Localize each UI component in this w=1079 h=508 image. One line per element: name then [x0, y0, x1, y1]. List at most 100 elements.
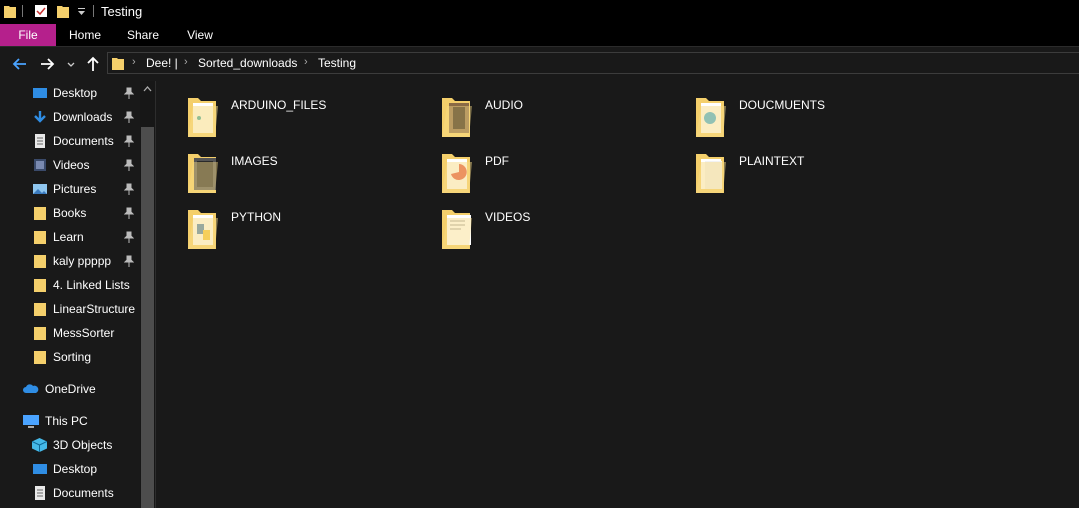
sidebar-item-onedrive[interactable]: OneDrive [0, 377, 140, 401]
sidebar-item-label: Documents [53, 134, 114, 148]
folder-icon [34, 279, 46, 292]
sidebar-item-learn[interactable]: Learn [0, 225, 140, 249]
ribbon: File Home Share View [0, 24, 1079, 47]
sidebar-item-documents-pc[interactable]: Documents [0, 481, 140, 505]
new-folder-icon[interactable] [57, 4, 69, 18]
up-arrow-icon[interactable] [84, 55, 102, 73]
address-bar[interactable]: › Dee! | › Sorted_downloads › Testing [107, 52, 1079, 74]
folder-tile[interactable]: IMAGES [186, 150, 426, 200]
sidebar-item-label: LinearStructure [53, 302, 136, 316]
pin-icon[interactable] [124, 231, 134, 243]
sidebar-item-books[interactable]: Books [0, 201, 140, 225]
document-icon [35, 134, 45, 148]
folder-name: IMAGES [231, 154, 278, 168]
sidebar-item-label: OneDrive [45, 382, 96, 396]
navigation-pane: Desktop Downloads Documents Videos Pictu… [0, 81, 155, 508]
sidebar-item-downloads[interactable]: Downloads [0, 105, 140, 129]
download-icon [34, 111, 46, 123]
tab-home[interactable]: Home [60, 24, 110, 46]
breadcrumb-dee[interactable]: Dee! | [146, 56, 178, 70]
sidebar-item-label: Documents [53, 486, 114, 500]
sidebar-item-desktop-pc[interactable]: Desktop [0, 457, 140, 481]
folder-icon [696, 98, 726, 137]
folder-icon [34, 327, 46, 340]
sidebar-item-label: Downloads [53, 110, 113, 124]
sidebar-item-sorting[interactable]: Sorting [0, 345, 140, 369]
toolbar-divider [22, 5, 23, 17]
folder-icon [188, 154, 218, 193]
properties-icon[interactable] [34, 4, 48, 18]
sidebar-item-label: Books [53, 206, 87, 220]
sidebar-item-label: Sorting [53, 350, 92, 364]
breadcrumb-testing[interactable]: Testing [318, 56, 356, 70]
cloud-icon [23, 384, 39, 393]
pin-icon[interactable] [124, 183, 134, 195]
recent-locations-icon[interactable] [66, 55, 76, 73]
chevron-right-icon[interactable]: › [184, 56, 188, 68]
folder-name: VIDEOS [485, 210, 531, 224]
folder-tile[interactable]: PYTHON [186, 206, 426, 256]
document-icon [35, 486, 45, 500]
sidebar-item-label: This PC [45, 414, 88, 428]
folder-icon [34, 303, 46, 316]
folder-icon [34, 231, 46, 244]
folder-name: DOUCMUENTS [739, 98, 825, 112]
scrollbar-thumb[interactable] [141, 127, 154, 508]
folder-tile[interactable]: ARDUINO_FILES [186, 94, 426, 144]
folder-name: AUDIO [485, 98, 524, 112]
folder-tile[interactable]: PDF [440, 150, 680, 200]
sidebar-item-linearstructure[interactable]: LinearStructure [0, 297, 140, 321]
folder-tile[interactable]: DOUCMUENTS [694, 94, 934, 144]
picture-icon [33, 184, 47, 194]
sidebar-item-pictures[interactable]: Pictures [0, 177, 140, 201]
sidebar-item-3d-objects[interactable]: 3D Objects [0, 433, 140, 457]
sidebar-item-label: Pictures [53, 182, 97, 196]
tab-file[interactable]: File [0, 24, 56, 46]
chevron-right-icon[interactable]: › [132, 56, 136, 68]
pin-icon[interactable] [124, 135, 134, 147]
sidebar-item-label: kaly ppppp [53, 254, 112, 268]
chevron-right-icon[interactable]: › [304, 56, 308, 68]
cube-icon [32, 438, 47, 452]
computer-icon [23, 415, 39, 428]
folder-icon [34, 351, 46, 364]
folder-icon [4, 6, 16, 18]
sidebar-item-this-pc[interactable]: This PC [0, 409, 140, 433]
sidebar-item-label: Videos [53, 158, 90, 172]
sidebar-scrollbar[interactable] [140, 81, 155, 508]
sidebar-item-videos[interactable]: Videos [0, 153, 140, 177]
video-icon [34, 159, 46, 171]
tab-view[interactable]: View [175, 24, 225, 46]
pin-icon[interactable] [124, 255, 134, 267]
tab-share[interactable]: Share [118, 24, 168, 46]
scroll-up-icon[interactable] [143, 85, 152, 93]
pin-icon[interactable] [124, 87, 134, 99]
sidebar-item-label: Desktop [53, 462, 98, 476]
back-arrow-icon[interactable] [10, 55, 28, 73]
chevron-down-icon[interactable] [77, 4, 86, 18]
pin-icon[interactable] [124, 207, 134, 219]
sidebar-item-linked-lists[interactable]: 4. Linked Lists [0, 273, 140, 297]
folder-icon [442, 210, 472, 249]
sidebar-item-desktop[interactable]: Desktop [0, 81, 140, 105]
sidebar-item-kaly-ppppp[interactable]: kaly ppppp [0, 249, 140, 273]
sidebar-item-label: 3D Objects [53, 438, 113, 452]
sidebar-item-documents[interactable]: Documents [0, 129, 140, 153]
folder-icon [34, 207, 46, 220]
title-bar: Testing [0, 0, 1079, 24]
pin-icon[interactable] [124, 111, 134, 123]
pin-icon[interactable] [124, 159, 134, 171]
forward-arrow-icon[interactable] [39, 55, 57, 73]
folder-tile[interactable]: AUDIO [440, 94, 680, 144]
sidebar-item-messsorter[interactable]: MessSorter [0, 321, 140, 345]
folder-name: PLAINTEXT [739, 154, 805, 168]
folder-tile[interactable]: PLAINTEXT [694, 150, 934, 200]
folder-icon [442, 98, 472, 137]
folder-icon [696, 154, 726, 193]
breadcrumb-sorted-downloads[interactable]: Sorted_downloads [198, 56, 297, 70]
desktop-icon [33, 464, 47, 474]
folder-tile[interactable]: VIDEOS [440, 206, 680, 256]
folder-icon [112, 58, 124, 70]
sidebar-item-label: MessSorter [53, 326, 115, 340]
toolbar-divider [93, 5, 94, 17]
